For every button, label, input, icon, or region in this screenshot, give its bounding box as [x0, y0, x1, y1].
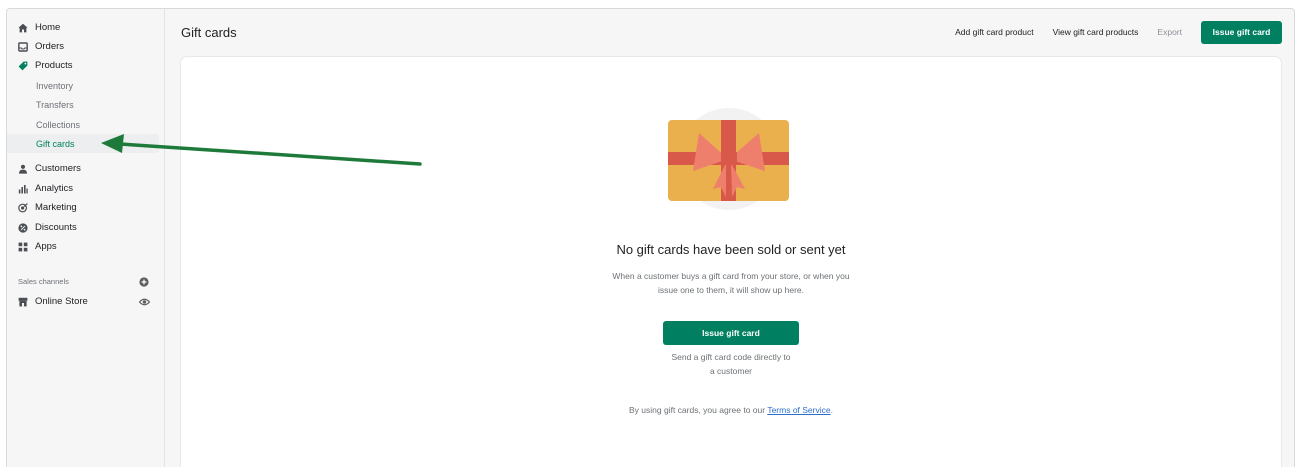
issue-gift-card-primary-button[interactable]: Issue gift card: [663, 321, 799, 345]
sidebar-item-label: Analytics: [35, 183, 74, 194]
home-icon: [18, 23, 28, 33]
sidebar-subitem-transfers[interactable]: Transfers: [7, 95, 159, 114]
export-button[interactable]: Export: [1157, 27, 1182, 37]
gift-card-illustration: [668, 108, 789, 210]
view-gift-card-products-button[interactable]: View gift card products: [1053, 27, 1139, 37]
apps-grid-icon: [18, 242, 28, 252]
sidebar-item-label: Home: [35, 22, 61, 33]
empty-state-description-line: When a customer buys a gift card from yo…: [612, 271, 850, 281]
sidebar-item-customers[interactable]: Customers: [7, 159, 159, 178]
main-content: Gift cards Add gift card product View gi…: [165, 9, 1294, 467]
sidebar-subitem-collections[interactable]: Collections: [7, 115, 159, 134]
bar-chart-icon: [18, 184, 28, 194]
person-icon: [18, 164, 28, 174]
eye-icon[interactable]: [139, 297, 150, 307]
help-text-line: a customer: [709, 365, 753, 376]
sidebar-item-discounts[interactable]: Discounts: [7, 218, 159, 237]
tag-icon: [18, 61, 28, 71]
page-title: Gift cards: [181, 25, 237, 40]
empty-state-description-line: issue one to them, it will show up here.: [658, 284, 804, 295]
issue-gift-card-button[interactable]: Issue gift card: [1201, 20, 1282, 44]
sidebar-item-label: Orders: [35, 41, 65, 52]
terms-of-service-link[interactable]: Terms of Service: [767, 405, 830, 415]
sidebar-item-orders[interactable]: Orders: [7, 37, 159, 56]
sidebar-item-online-store[interactable]: Online Store: [7, 292, 159, 311]
empty-state-title: No gift cards have been sold or sent yet: [616, 242, 846, 257]
sidebar-item-label: Products: [35, 60, 73, 71]
add-channel-icon[interactable]: [139, 277, 149, 287]
issue-gift-card-help-text: Send a gift card code directly to a cust…: [181, 351, 1281, 378]
store-icon: [18, 297, 28, 307]
empty-state-description: When a customer buys a gift card from yo…: [181, 270, 1281, 297]
help-text-line: Send a gift card code directly to: [671, 352, 791, 362]
sidebar-item-label: Apps: [35, 241, 57, 252]
sidebar-subitem-gift-cards[interactable]: Gift cards: [7, 134, 159, 153]
sidebar-subitem-inventory[interactable]: Inventory: [7, 76, 159, 95]
page-actions: Add gift card product View gift card pro…: [955, 20, 1282, 44]
add-gift-card-product-button[interactable]: Add gift card product: [955, 27, 1033, 37]
sidebar-item-apps[interactable]: Apps: [7, 237, 159, 256]
terms-notice: By using gift cards, you agree to our Te…: [181, 405, 1281, 415]
sidebar-item-label: Marketing: [35, 202, 77, 213]
sidebar-item-label: Discounts: [35, 222, 77, 233]
discount-icon: [18, 222, 28, 233]
terms-suffix: .: [830, 405, 833, 415]
sidebar-item-home[interactable]: Home: [7, 18, 159, 37]
sidebar-item-label: Customers: [35, 163, 81, 174]
sidebar-item-marketing[interactable]: Marketing: [7, 198, 159, 217]
empty-state-card: No gift cards have been sold or sent yet…: [181, 57, 1281, 467]
sales-channels-label: Sales channels: [18, 277, 69, 286]
terms-prefix: By using gift cards, you agree to our: [629, 405, 768, 415]
sidebar-item-analytics[interactable]: Analytics: [7, 179, 159, 198]
sidebar-item-products[interactable]: Products: [7, 56, 159, 75]
orders-icon: [18, 41, 28, 52]
target-icon: [18, 202, 28, 213]
sidebar: Home Orders Products Inventory Transfers…: [7, 9, 165, 467]
admin-window: Home Orders Products Inventory Transfers…: [6, 8, 1295, 467]
sidebar-item-label: Online Store: [35, 296, 88, 307]
